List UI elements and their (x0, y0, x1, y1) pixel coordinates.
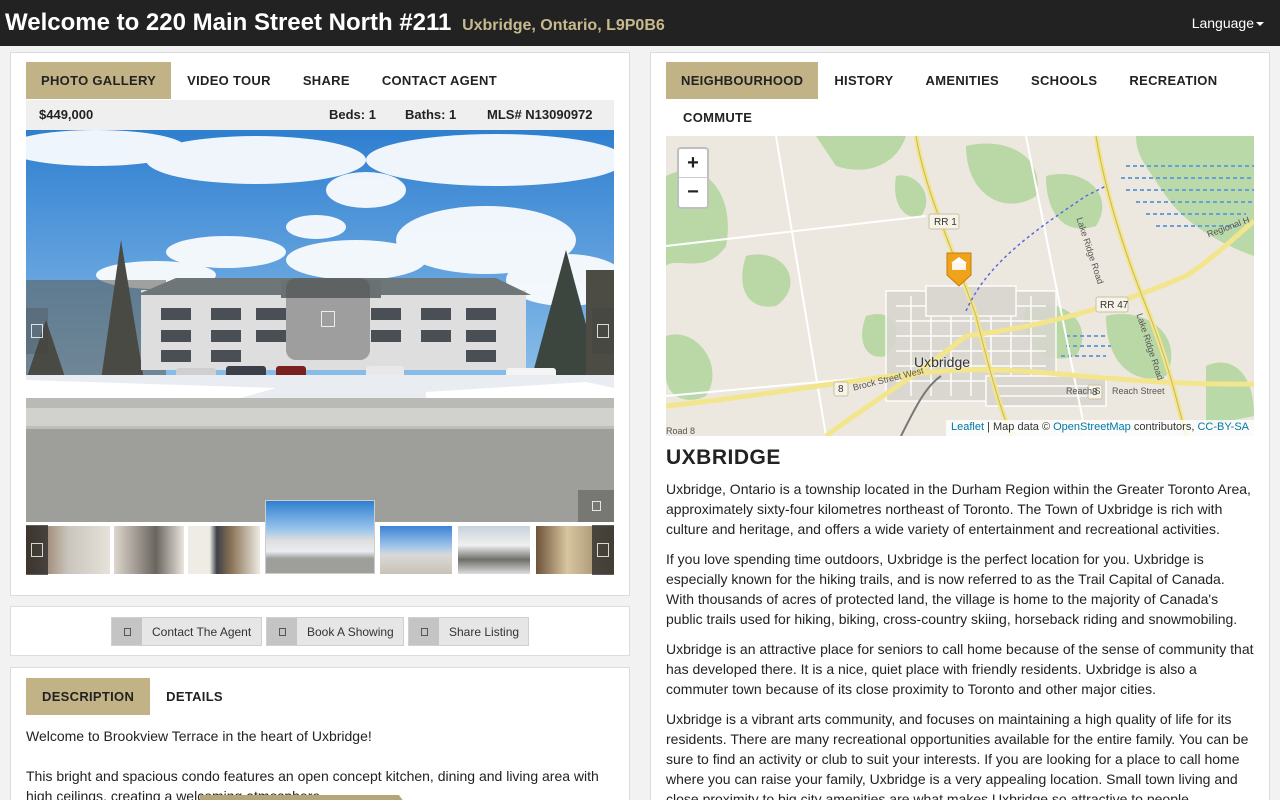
photo-prev-button[interactable] (26, 308, 48, 354)
map-label-street: Reach S (1066, 386, 1101, 396)
map-label-rr47: RR 47 (1100, 300, 1129, 311)
chevron-left-icon (31, 543, 43, 557)
photo-next-button[interactable] (592, 308, 614, 354)
thumbnail-next-button[interactable] (592, 525, 614, 575)
tab-recreation[interactable]: RECREATION (1113, 62, 1233, 99)
contact-agent-button[interactable]: Contact The Agent (111, 617, 262, 646)
tab-photo-gallery[interactable]: PHOTO GALLERY (26, 62, 172, 99)
scroll-handle[interactable] (200, 795, 405, 800)
map-label-rr1: RR 1 (934, 217, 957, 228)
tab-details[interactable]: DETAILS (150, 678, 239, 715)
thumbnail-prev-button[interactable] (26, 525, 48, 575)
map-zoom-control: + − (677, 147, 709, 209)
top-bar: Welcome to 220 Main Street North #211 Ux… (0, 0, 1280, 46)
book-showing-label: Book A Showing (307, 624, 394, 639)
play-button[interactable] (286, 278, 370, 360)
share-listing-button[interactable]: Share Listing (408, 617, 529, 646)
city-heading: UXBRIDGE (666, 446, 781, 469)
neighbourhood-tabs: NEIGHBOURHOOD HISTORY AMENITIES SCHOOLS … (666, 62, 1254, 136)
listing-info-bar: $449,000 Beds: 1 Baths: 1 MLS# N13090972 (26, 100, 614, 130)
listing-price: $449,000 (39, 107, 94, 122)
neighbourhood-paragraph: Uxbridge is a vibrant arts community, an… (666, 711, 1249, 800)
user-icon (112, 618, 142, 645)
caret-down-icon (1256, 22, 1264, 27)
tab-contact-agent[interactable]: CONTACT AGENT (366, 62, 513, 99)
tab-schools[interactable]: SCHOOLS (1015, 62, 1113, 99)
address-title: Welcome to 220 Main Street North #211 (5, 9, 452, 36)
description-paragraph: Welcome to Brookview Terrace in the hear… (26, 728, 372, 744)
thumbnail[interactable] (114, 526, 184, 574)
map-label-street: Road 8 (666, 426, 696, 436)
openstreetmap-link[interactable]: OpenStreetMap (1053, 421, 1131, 433)
license-link[interactable]: CC-BY-SA (1197, 421, 1249, 433)
thumbnail-strip (26, 500, 614, 576)
thumbnail[interactable] (458, 526, 530, 574)
map-label-rr8: 8 (838, 384, 844, 395)
chevron-left-icon (31, 324, 43, 338)
page-title: Welcome to 220 Main Street North #211 Ux… (5, 9, 665, 37)
map-label-street: Reach Street (1112, 386, 1165, 396)
listing-beds: Beds: 1 (329, 107, 376, 122)
description-paragraph: This bright and spacious condo features … (26, 768, 599, 800)
chevron-right-icon (597, 324, 609, 338)
play-icon (321, 311, 335, 327)
thumbnail[interactable] (380, 526, 452, 574)
book-showing-button[interactable]: Book A Showing (266, 617, 404, 646)
tab-description[interactable]: DESCRIPTION (26, 678, 151, 715)
listing-mls: MLS# N13090972 (487, 107, 593, 122)
map-attribution: Leaflet | Map data © OpenStreetMap contr… (946, 420, 1254, 436)
calendar-icon (267, 618, 297, 645)
zoom-in-button[interactable]: + (679, 149, 707, 178)
listing-baths: Baths: 1 (405, 107, 457, 122)
tab-commute[interactable]: COMMUTE (666, 99, 769, 136)
map-tiles (666, 136, 1254, 436)
contact-agent-label: Contact The Agent (152, 624, 252, 639)
thumbnail-active[interactable] (265, 500, 375, 574)
share-listing-label: Share Listing (449, 624, 520, 639)
tab-share[interactable]: SHARE (287, 62, 366, 99)
neighbourhood-paragraph: If you love spending time outdoors, Uxbr… (666, 551, 1238, 627)
contributors-text: contributors, (1133, 421, 1195, 433)
main-photo[interactable] (26, 130, 614, 522)
tab-neighbourhood[interactable]: NEIGHBOURHOOD (666, 62, 819, 99)
neighbourhood-paragraph: Uxbridge is an attractive place for seni… (666, 641, 1254, 697)
chevron-right-icon (597, 543, 609, 557)
map-view[interactable]: RR 1 RR 47 8 8 Uxbridge Brock Street Wes… (666, 136, 1254, 436)
media-tabs: PHOTO GALLERY VIDEO TOUR SHARE CONTACT A… (26, 62, 614, 99)
zoom-out-button[interactable]: − (679, 178, 707, 207)
share-icon (409, 618, 439, 645)
tab-amenities[interactable]: AMENITIES (910, 62, 1015, 99)
neighbourhood-paragraph: Uxbridge, Ontario is a township located … (666, 481, 1251, 537)
thumbnail[interactable] (188, 526, 260, 574)
map-data-text: | Map data © (987, 421, 1051, 433)
language-dropdown[interactable]: Language (1192, 15, 1264, 31)
tab-history[interactable]: HISTORY (818, 62, 909, 99)
leaflet-link[interactable]: Leaflet (951, 421, 984, 433)
tab-video-tour[interactable]: VIDEO TOUR (171, 62, 287, 99)
language-label: Language (1191, 15, 1254, 31)
address-subtitle: Uxbridge, Ontario, L9P0B6 (462, 17, 665, 34)
description-tabs: DESCRIPTION DETAILS (26, 678, 239, 715)
